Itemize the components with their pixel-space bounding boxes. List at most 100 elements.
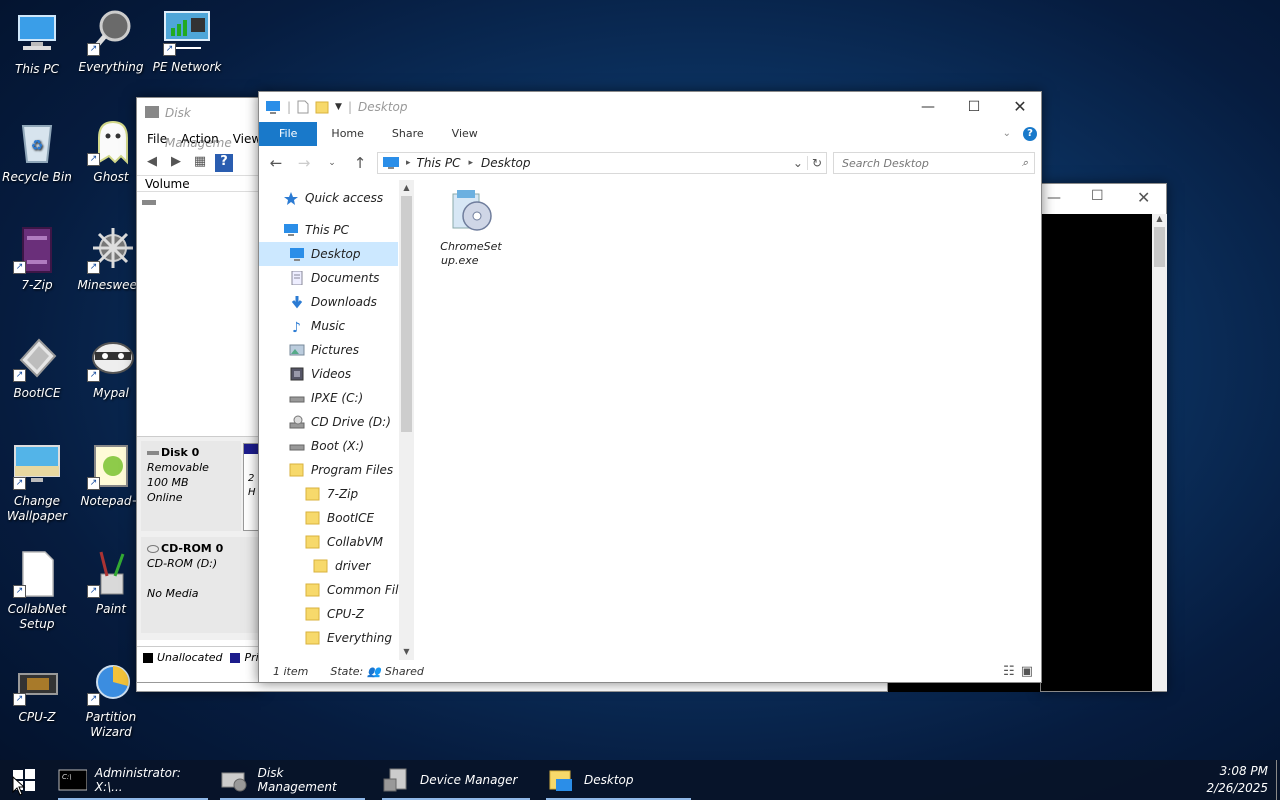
taskbar-item-desktop[interactable]: Desktop [546, 760, 691, 800]
nav-item-pictures[interactable]: Pictures [259, 338, 414, 362]
console-window[interactable]: — ☐ ✕ ▲ [1040, 183, 1167, 692]
back-icon[interactable]: ◀ [143, 154, 161, 172]
maximize-icon[interactable]: ☐ [951, 92, 997, 122]
nav-item-this-pc[interactable]: This PC [259, 218, 414, 242]
nav-item-bootice[interactable]: BootICE [259, 506, 414, 530]
search-icon[interactable]: ⌕ [1022, 156, 1028, 170]
volume-row[interactable] [137, 192, 260, 208]
address-bar[interactable]: ▸ This PC ▸ Desktop ⌄ ↻ [377, 152, 827, 174]
dm-column-header[interactable]: Volume [137, 176, 260, 192]
help-icon[interactable]: ? [215, 153, 233, 172]
music-icon: ♪ [289, 319, 305, 336]
chevron-right-icon: ▸ [468, 158, 474, 168]
system-clock[interactable]: 3:08 PM 2/26/2025 [1206, 763, 1268, 797]
desktop-icon-change-wallpaper[interactable]: ↗ Change Wallpaper [0, 442, 76, 524]
console-output[interactable] [1041, 214, 1152, 691]
nav-item-quick-access[interactable]: Quick access [259, 186, 414, 210]
nav-item-program-files[interactable]: Program Files [259, 458, 414, 482]
nav-item-driver[interactable]: driver [259, 554, 414, 578]
desktop-icon-pe-network[interactable]: ↗ PE Network [148, 8, 226, 75]
tab-view[interactable]: View [438, 122, 492, 146]
desktop-icon-everything[interactable]: ↗ Everything [72, 8, 150, 75]
show-desktop-button[interactable] [1276, 760, 1280, 800]
cdrom-name: CD-ROM 0 [161, 542, 224, 555]
scroll-down-icon[interactable]: ▼ [399, 644, 414, 660]
desktop-icon-collabnet-setup[interactable]: ↗ CollabNet Setup [0, 550, 76, 632]
forward-icon[interactable]: → [293, 154, 315, 172]
properties-icon[interactable] [297, 100, 309, 114]
nav-item-downloads[interactable]: Downloads [259, 290, 414, 314]
navigation-pane[interactable]: Quick access This PC Desktop Documents Downl… [259, 180, 414, 660]
nav-item-label: CPU-Z [327, 607, 364, 621]
disk-management-window[interactable]: Disk Manageme File Action View ◀ ▶ ▦ ? V… [136, 97, 261, 692]
breadcrumb-desktop[interactable]: Desktop [481, 156, 531, 170]
desktop-icon-cpu-z[interactable]: ↗ CPU-Z [0, 658, 76, 725]
nav-item-music[interactable]: ♪ Music [259, 314, 414, 338]
tab-home[interactable]: Home [317, 122, 377, 146]
nav-item-common-files[interactable]: Common Files [259, 578, 414, 602]
nav-item-cpu-z[interactable]: CPU-Z [259, 602, 414, 626]
qat-dropdown-icon[interactable]: ▼ [335, 102, 342, 112]
expand-ribbon-icon[interactable]: ⌄ [1003, 122, 1023, 146]
cd-drive-icon [289, 415, 305, 429]
desktop-icon-7zip[interactable]: ↗ 7-Zip [0, 226, 76, 293]
properties-icon[interactable]: ▦ [191, 154, 209, 172]
nav-item-collabvm[interactable]: CollabVM [259, 530, 414, 554]
nav-scrollbar[interactable]: ▲ ▼ [399, 180, 414, 660]
minimize-icon[interactable]: — [1047, 190, 1061, 206]
nav-item-everything[interactable]: Everything [259, 626, 414, 650]
documents-icon [289, 270, 305, 286]
nav-item-7-zip[interactable]: 7-Zip [259, 482, 414, 506]
help-icon[interactable]: ? [1023, 127, 1037, 141]
disk0-info[interactable]: Disk 0 Removable 100 MB Online [141, 441, 241, 531]
search-input[interactable]: Search Desktop ⌕ [833, 152, 1035, 174]
taskbar-item-device-manager[interactable]: Device Manager [382, 760, 530, 800]
shortcut-arrow-icon: ↗ [13, 585, 26, 598]
nav-item-desktop[interactable]: Desktop [259, 242, 398, 266]
menu-action[interactable]: Action [181, 132, 219, 146]
close-icon[interactable]: ✕ [1137, 188, 1150, 207]
menu-view[interactable]: View [233, 132, 261, 146]
nav-item-videos[interactable]: Videos [259, 362, 414, 386]
desktop-icon [289, 247, 305, 261]
chevron-down-icon[interactable]: ⌄ [793, 156, 803, 170]
nav-item-cd-drive-d[interactable]: CD Drive (D:) [259, 410, 414, 434]
maximize-icon[interactable]: ☐ [1091, 188, 1104, 204]
shortcut-arrow-icon: ↗ [13, 261, 26, 274]
desktop-icon-this-pc[interactable]: This PC [0, 10, 76, 77]
nav-item-ipxe-c[interactable]: IPXE (C:) [259, 386, 414, 410]
recent-locations-icon[interactable]: ⌄ [321, 158, 343, 168]
tab-file[interactable]: File [259, 122, 318, 146]
large-icons-view-icon[interactable]: ▣ [1021, 664, 1033, 679]
new-folder-icon[interactable] [315, 100, 329, 114]
minimize-icon[interactable]: — [905, 92, 951, 122]
scroll-up-icon[interactable]: ▲ [399, 180, 414, 196]
legend-unallocated: Unallocated [157, 651, 223, 664]
folder-icon [305, 583, 321, 597]
clock-date: 2/26/2025 [1206, 781, 1268, 795]
menu-file[interactable]: File [147, 132, 167, 146]
refresh-icon[interactable]: ↻ [806, 156, 826, 170]
disk-mgmt-icon [221, 772, 247, 792]
taskbar-item-disk-management[interactable]: Disk Management [220, 760, 365, 800]
up-icon[interactable]: ↑ [349, 154, 371, 172]
nav-item-boot-x[interactable]: Boot (X:) [259, 434, 414, 458]
back-icon[interactable]: ← [265, 154, 287, 172]
desktop-icon-bootice[interactable]: ↗ BootICE [0, 334, 76, 401]
breadcrumb-this-pc[interactable]: This PC [417, 156, 461, 170]
scroll-thumb[interactable] [401, 196, 412, 432]
forward-icon[interactable]: ▶ [167, 154, 185, 172]
details-view-icon[interactable]: ☷ [1003, 664, 1015, 679]
file-item[interactable]: ChromeSet up.exe [431, 186, 511, 268]
taskbar-item-cmd[interactable]: C:\ Administrator: X:\... [58, 760, 208, 800]
desktop-icon-recycle-bin[interactable]: ♻ Recycle Bin [0, 118, 76, 185]
nav-item-documents[interactable]: Documents [259, 266, 414, 290]
drive-icon [142, 200, 156, 205]
cdrom-info[interactable]: CD-ROM 0 CD-ROM (D:) No Media [141, 537, 259, 633]
scroll-thumb[interactable] [1154, 227, 1165, 267]
state-value: Shared [384, 664, 424, 678]
close-icon[interactable]: ✕ [997, 92, 1043, 122]
explorer-window[interactable]: | ▼ | Desktop — ☐ ✕ File Home Share View… [258, 91, 1042, 683]
tab-share[interactable]: Share [378, 122, 438, 146]
console-scrollbar[interactable]: ▲ [1152, 214, 1167, 691]
